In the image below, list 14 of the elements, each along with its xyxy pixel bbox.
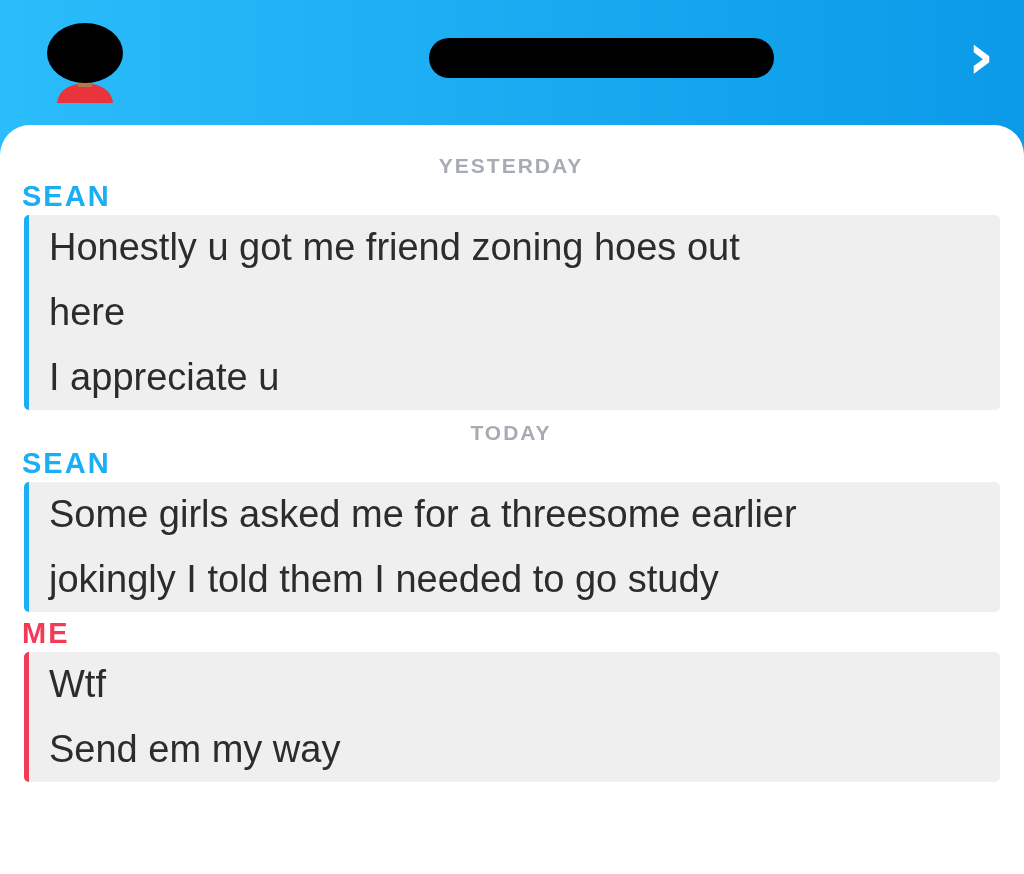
sender-name: SEAN xyxy=(22,448,112,478)
sender-name: ME xyxy=(22,618,71,648)
message-line: Wtf xyxy=(49,662,107,707)
message-line: Honestly u got me friend zoning hoes out xyxy=(49,225,741,270)
chevron-button[interactable]: › xyxy=(967,23,994,88)
message-line: here xyxy=(49,290,127,335)
message-line: Some girls asked me for a threesome earlier xyxy=(49,492,798,537)
date-label: TODAY xyxy=(470,420,552,446)
sender-name: SEAN xyxy=(22,181,112,211)
avatar-icon[interactable] xyxy=(45,22,125,103)
message-line: Send em my way xyxy=(49,727,342,772)
message-line: I appreciate u xyxy=(49,355,281,400)
message-line: jokingly I told them I needed to go study xyxy=(49,557,720,602)
date-label: YESTERDAY xyxy=(438,153,584,179)
